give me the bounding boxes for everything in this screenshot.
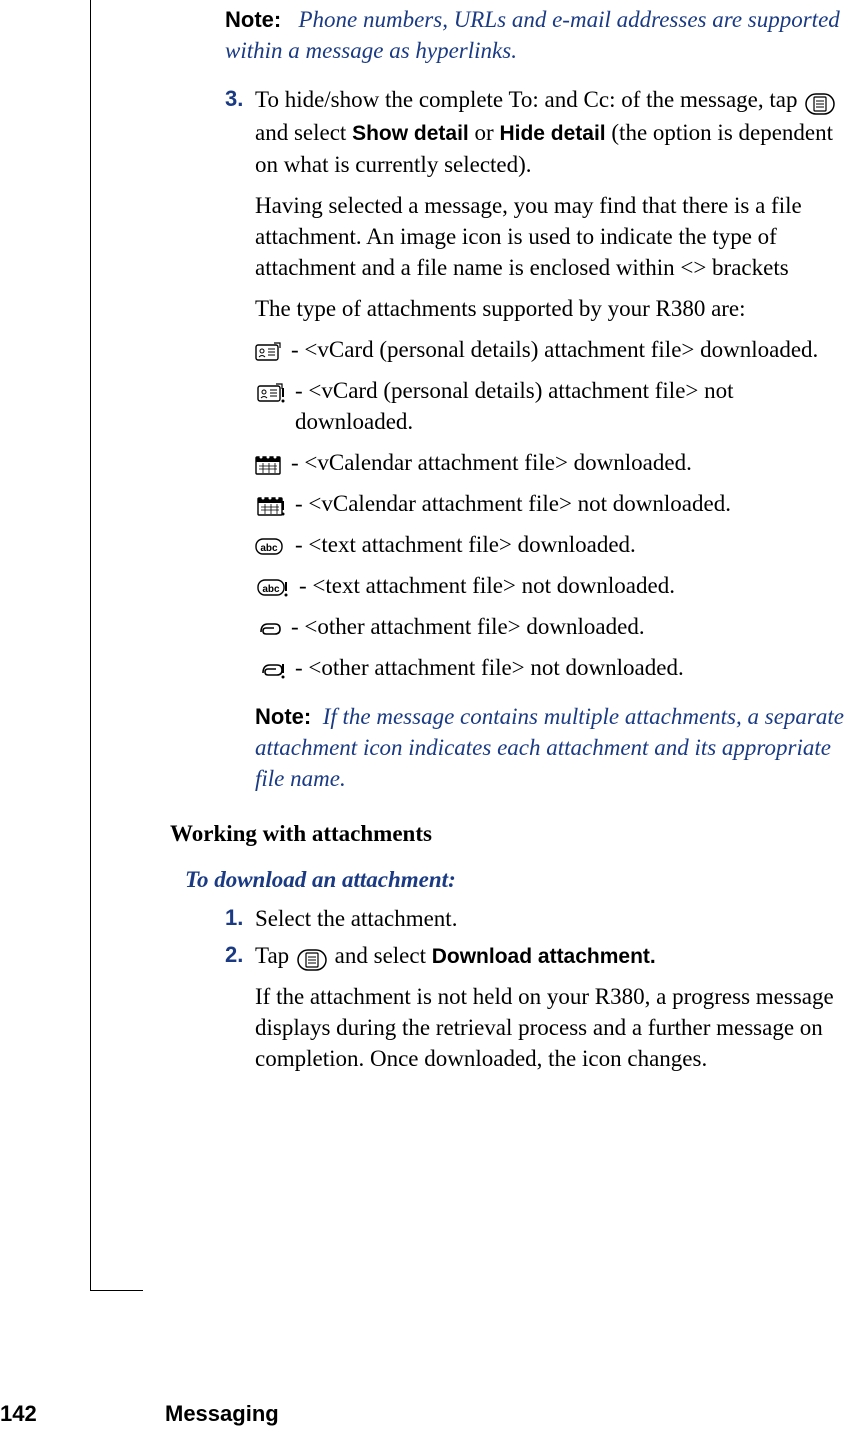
attachment-type-text: - <vCard (personal details) attachment f…	[291, 334, 856, 365]
attachment-type-text: - <vCalendar attachment file> not downlo…	[295, 488, 856, 519]
download-attachment-label: Download attachment.	[432, 945, 656, 968]
step-number: 2.	[225, 940, 251, 970]
attachment-type-text: - <other attachment file> downloaded.	[291, 611, 856, 642]
working-with-attachments-heading: Working with attachments	[170, 818, 856, 849]
step-text-mid: and select	[335, 943, 432, 968]
vcalendar-downloaded-icon	[255, 447, 283, 478]
vcalendar-not-downloaded-icon	[255, 488, 287, 519]
hide-detail-label: Hide detail	[499, 122, 605, 145]
attachment-type-row: - <other attachment file> downloaded.	[255, 611, 856, 642]
menu-key-icon	[297, 942, 327, 973]
attachment-type-text: - <other attachment file> not downloaded…	[295, 652, 856, 683]
attachment-type-row: - <vCalendar attachment file> not downlo…	[255, 488, 856, 519]
attachment-types-para: The type of attachments supported by you…	[255, 293, 856, 324]
note-text: Phone numbers, URLs and e-mail addresses…	[225, 7, 840, 63]
download-result-para: If the attachment is not held on your R3…	[255, 981, 856, 1074]
step-text: Select the attachment.	[255, 906, 457, 931]
attachment-type-row: - <other attachment file> not downloaded…	[255, 652, 856, 683]
menu-key-icon	[805, 86, 835, 117]
step-number: 3.	[225, 84, 251, 114]
text-not-downloaded-icon	[255, 570, 291, 601]
attachment-type-row: - <text attachment file> not downloaded.	[255, 570, 856, 601]
attachment-type-text: - <vCard (personal details) attachment f…	[295, 375, 856, 437]
show-detail-label: Show detail	[352, 122, 469, 145]
other-not-downloaded-icon	[255, 652, 287, 683]
attachment-type-row: - <text attachment file> downloaded.	[255, 529, 856, 560]
attachment-type-text: - <vCalendar attachment file> downloaded…	[291, 447, 856, 478]
attachment-type-text: - <text attachment file> not downloaded.	[299, 570, 856, 601]
vcard-downloaded-icon	[255, 334, 283, 365]
attachment-type-row: - <vCard (personal details) attachment f…	[255, 334, 856, 365]
download-step-1: 1. Select the attachment.	[225, 903, 856, 934]
note-label: Note:	[255, 704, 311, 729]
footer-section-title: Messaging	[165, 1401, 279, 1427]
manual-page: Note: Phone numbers, URLs and e-mail add…	[0, 0, 856, 1439]
note-multi-attachments: Note: If the message contains multiple a…	[255, 701, 856, 794]
to-download-subhead: To download an attachment:	[185, 864, 856, 895]
note-text: If the message contains multiple attachm…	[255, 704, 844, 791]
other-downloaded-icon	[255, 611, 283, 642]
page-margin-rule	[90, 0, 143, 1291]
download-step-2: 2. Tap and select Download attachment. I…	[225, 940, 856, 1074]
step-text-mid1: and select	[255, 120, 352, 145]
step-3: 3. To hide/show the complete To: and Cc:…	[225, 84, 856, 794]
vcard-not-downloaded-icon	[255, 375, 287, 406]
attachment-type-row: - <vCard (personal details) attachment f…	[255, 375, 856, 437]
attachment-type-row: - <vCalendar attachment file> downloaded…	[255, 447, 856, 478]
attachment-intro-para: Having selected a message, you may find …	[255, 190, 856, 283]
attachment-type-text: - <text attachment file> downloaded.	[295, 529, 856, 560]
note-label: Note:	[225, 7, 281, 32]
step-text-mid2: or	[475, 120, 500, 145]
page-number: 142	[0, 1401, 37, 1427]
step-text-pre: To hide/show the complete To: and Cc: of…	[255, 87, 803, 112]
main-content: Note: Phone numbers, URLs and e-mail add…	[170, 0, 856, 1084]
step-text-pre: Tap	[255, 943, 295, 968]
note-hyperlinks: Note: Phone numbers, URLs and e-mail add…	[225, 4, 856, 66]
step-number: 1.	[225, 903, 251, 933]
text-downloaded-icon	[255, 529, 287, 560]
